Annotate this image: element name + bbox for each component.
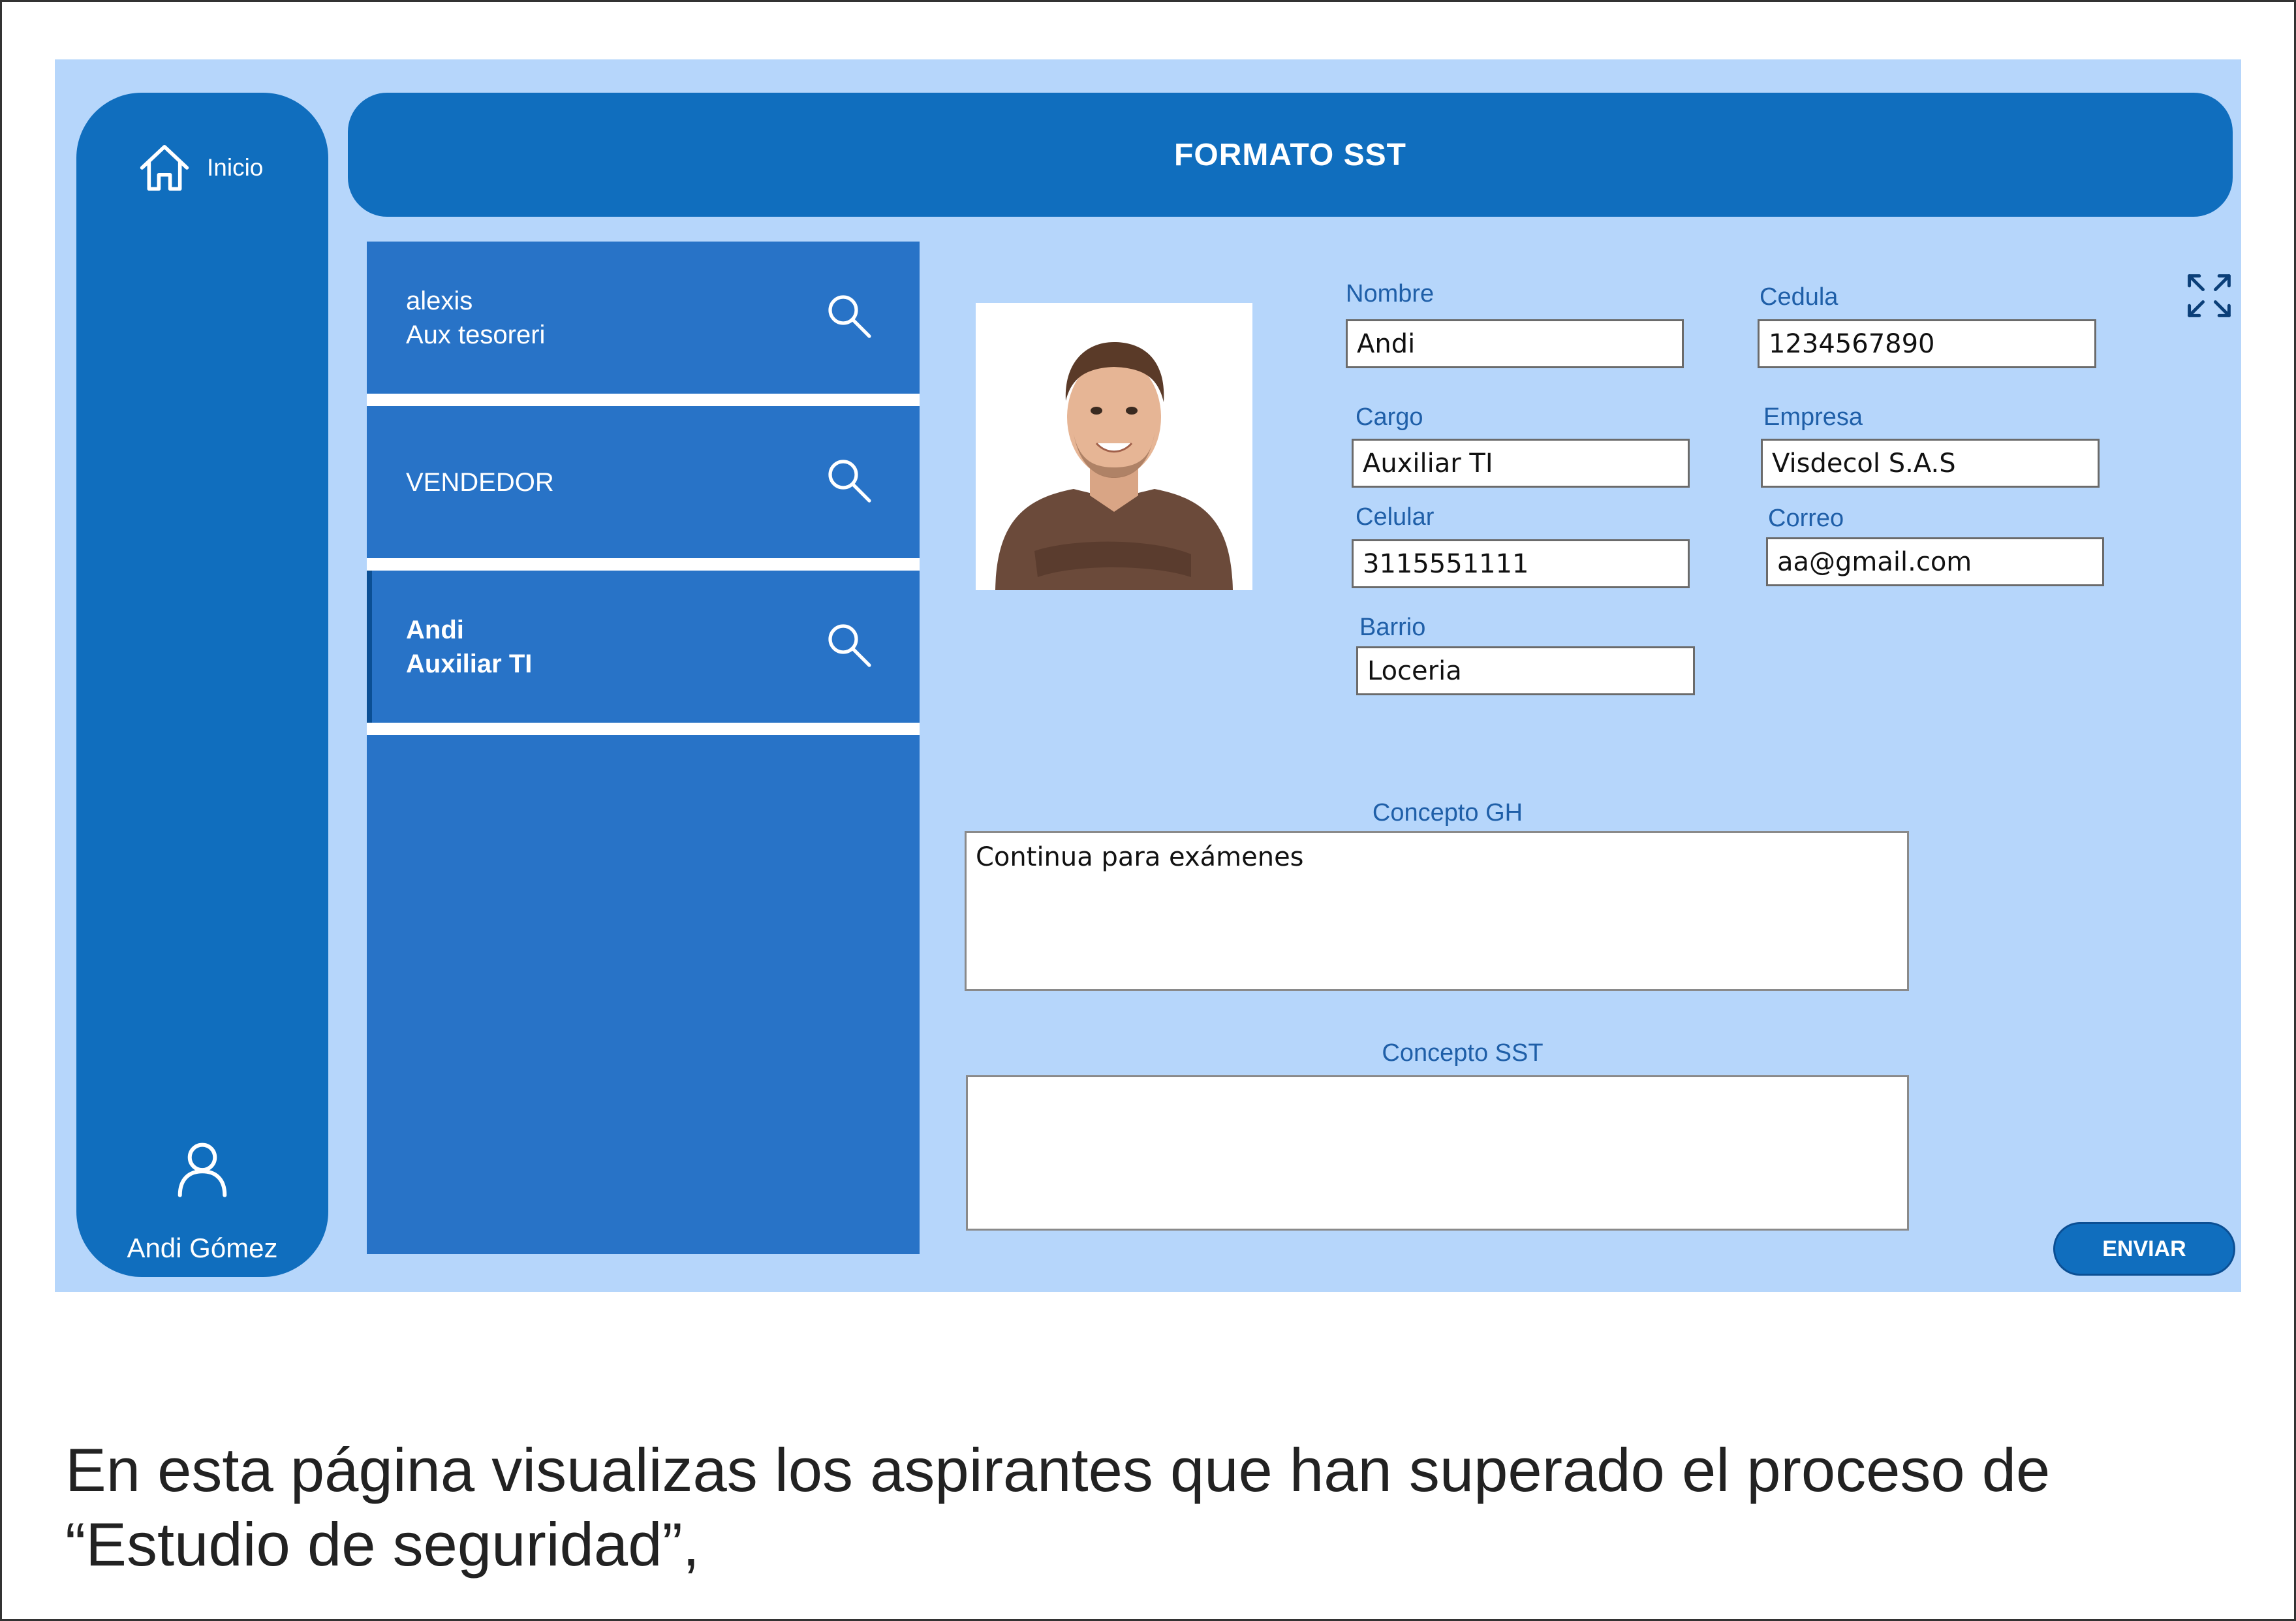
list-item-text: VENDEDOR xyxy=(406,406,798,558)
nombre-field[interactable]: Andi xyxy=(1346,319,1684,368)
search-icon[interactable] xyxy=(824,455,876,507)
person-photo-illustration xyxy=(976,303,1252,590)
app-window: Inicio Andi Gómez FORMATO SST alexis Aux… xyxy=(55,59,2241,1292)
candidate-list: alexis Aux tesoreri VENDEDOR Andi Auxili… xyxy=(367,242,920,1254)
list-divider xyxy=(367,394,920,406)
concepto-gh-label: Concepto GH xyxy=(1372,799,1523,826)
page-title: FORMATO SST xyxy=(1174,137,1406,172)
home-icon xyxy=(140,144,189,191)
correo-field[interactable]: aa@gmail.com xyxy=(1766,537,2104,586)
list-divider xyxy=(367,558,920,571)
concepto-sst-label: Concepto SST xyxy=(1382,1039,1544,1067)
barrio-field[interactable]: Loceria xyxy=(1356,646,1695,695)
sidebar: Inicio Andi Gómez xyxy=(76,93,328,1277)
celular-label: Celular xyxy=(1356,503,1435,531)
page-header: FORMATO SST xyxy=(348,93,2233,217)
cargo-field[interactable]: Auxiliar TI xyxy=(1352,439,1690,488)
list-item-subtitle: Auxiliar TI xyxy=(406,649,533,678)
caption-line-2: “Estudio de seguridad”, xyxy=(65,1510,700,1579)
caption-line-1: En esta página visualizas los aspirantes… xyxy=(65,1436,2051,1504)
list-item-selected[interactable]: Andi Auxiliar TI xyxy=(367,571,920,723)
list-item[interactable]: alexis Aux tesoreri xyxy=(367,242,920,394)
correo-label: Correo xyxy=(1768,505,1844,532)
empresa-field[interactable]: Visdecol S.A.S xyxy=(1761,439,2100,488)
cedula-field[interactable]: 1234567890 xyxy=(1758,319,2096,368)
search-icon[interactable] xyxy=(824,291,876,343)
list-item-text: Andi Auxiliar TI xyxy=(406,571,798,723)
concepto-sst-textarea[interactable] xyxy=(966,1075,1909,1231)
empresa-label: Empresa xyxy=(1763,403,1863,431)
list-item-subtitle: Aux tesoreri xyxy=(406,320,546,349)
cedula-label: Cedula xyxy=(1760,283,1838,311)
list-item-title: Andi xyxy=(406,615,464,644)
list-item-text: alexis Aux tesoreri xyxy=(406,242,798,394)
search-icon[interactable] xyxy=(824,620,876,672)
nav-home-button[interactable]: Inicio xyxy=(136,132,293,204)
cargo-label: Cargo xyxy=(1356,403,1423,431)
list-item-title: alexis xyxy=(406,286,473,315)
expand-icon[interactable] xyxy=(2184,271,2234,321)
profile-photo xyxy=(976,303,1252,590)
celular-field[interactable]: 3115551111 xyxy=(1352,539,1690,588)
nav-home-label: Inicio xyxy=(207,154,264,181)
list-item-title: VENDEDOR xyxy=(406,467,554,497)
list-divider xyxy=(367,723,920,735)
user-icon[interactable] xyxy=(174,1139,230,1198)
list-item[interactable]: VENDEDOR xyxy=(367,406,920,558)
user-name: Andi Gómez xyxy=(127,1233,278,1263)
concepto-gh-textarea[interactable]: Continua para exámenes xyxy=(965,831,1909,991)
nombre-label: Nombre xyxy=(1346,280,1435,307)
send-button[interactable]: ENVIAR xyxy=(2053,1222,2235,1276)
barrio-label: Barrio xyxy=(1359,614,1426,641)
caption: En esta página visualizas los aspirantes… xyxy=(65,1433,2245,1582)
